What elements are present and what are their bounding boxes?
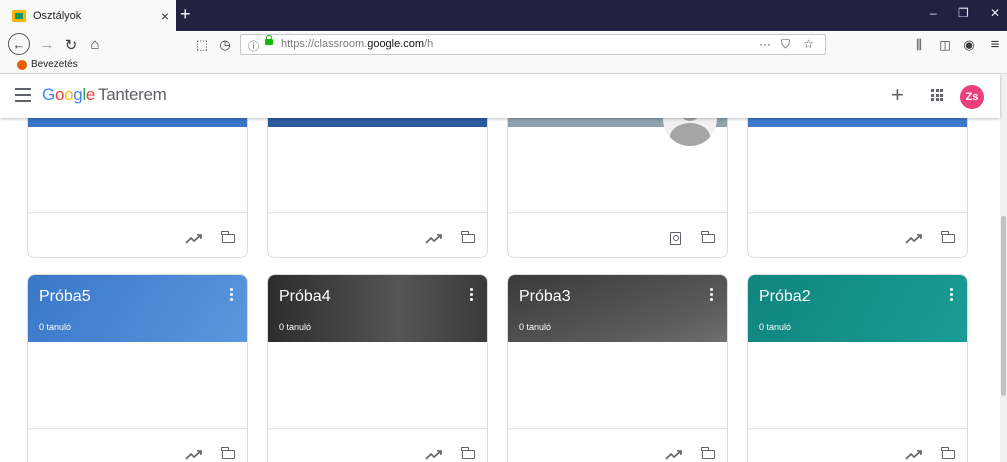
course-card-proba2[interactable]: Próba2 0 tanuló [747, 274, 968, 462]
card-footer [28, 212, 247, 257]
student-count: 0 tanuló [519, 322, 552, 332]
account-icon[interactable]: ◉ [960, 31, 978, 58]
url-text[interactable]: https://classroom.google.com/h [281, 38, 433, 50]
bookmark-star-icon[interactable]: ☆ [803, 37, 814, 51]
trend-icon[interactable] [425, 233, 443, 245]
trend-icon[interactable] [905, 449, 923, 461]
card-header-strip [28, 118, 247, 127]
card-footer [508, 212, 727, 257]
trend-icon[interactable] [185, 449, 203, 461]
bookmarks-toolbar: Bevezetés [0, 58, 1007, 74]
course-card-proba5[interactable]: Próba5 0 tanuló [27, 274, 248, 462]
firefox-icon [17, 60, 27, 70]
card-header[interactable]: Próba2 0 tanuló [748, 275, 967, 342]
scrollbar-thumb[interactable] [1001, 216, 1006, 396]
menu-icon[interactable]: ≡ [986, 31, 1004, 58]
reload-icon[interactable]: ↻ [62, 31, 80, 58]
folder-icon[interactable] [461, 231, 475, 243]
vertical-scrollbar[interactable] [1000, 74, 1007, 462]
info-icon[interactable]: ⓘ [248, 38, 259, 54]
add-class-button[interactable]: + [891, 82, 904, 108]
close-window-button[interactable]: ✕ [990, 6, 1000, 20]
forward-arrow-icon[interactable]: → [38, 31, 56, 58]
app-bar: Google Tanterem + Zs [0, 74, 1000, 118]
minimize-button[interactable]: – [930, 6, 937, 20]
card-footer [748, 428, 967, 462]
folder-icon[interactable] [941, 447, 955, 459]
card-header[interactable]: Próba3 0 tanuló [508, 275, 727, 342]
card-footer [28, 428, 247, 462]
card-header-strip [748, 118, 967, 127]
restore-button[interactable]: ❐ [958, 6, 969, 20]
folder-icon[interactable] [701, 447, 715, 459]
course-card[interactable] [747, 118, 968, 258]
address-bar[interactable]: ⓘ https://classroom.google.com/h ··· ⛉ ☆ [240, 34, 826, 55]
page-actions-icon[interactable]: ··· [759, 37, 771, 51]
hamburger-menu-icon[interactable] [15, 88, 31, 102]
course-card[interactable] [267, 118, 488, 258]
student-count: 0 tanuló [39, 322, 72, 332]
more-options-icon[interactable] [950, 288, 953, 303]
folder-icon[interactable] [221, 231, 235, 243]
course-title[interactable]: Próba4 [279, 288, 331, 306]
badge-icon[interactable] [670, 232, 681, 245]
card-header-strip [268, 118, 487, 127]
card-header[interactable]: Próba4 0 tanuló [268, 275, 487, 342]
back-arrow-icon[interactable]: ← [8, 33, 30, 55]
course-title[interactable]: Próba3 [519, 288, 571, 306]
trend-icon[interactable] [425, 449, 443, 461]
history-icon[interactable]: ◷ [216, 31, 234, 58]
browser-tab[interactable]: Osztályok × [0, 0, 176, 31]
course-title[interactable]: Próba5 [39, 288, 91, 306]
apps-grid-icon[interactable] [931, 89, 943, 101]
sidebar-icon[interactable]: ◫ [936, 31, 954, 58]
course-grid: Próba5 0 tanuló Próba4 0 tanuló Próba3 0… [0, 118, 1000, 462]
folder-icon[interactable] [221, 447, 235, 459]
app-logo[interactable]: Google Tanterem [42, 85, 167, 105]
classroom-favicon-icon [12, 9, 26, 22]
more-options-icon[interactable] [470, 288, 473, 303]
pocket-icon[interactable]: ⛉ [781, 37, 790, 52]
folder-icon[interactable] [701, 231, 715, 243]
folder-icon[interactable] [461, 447, 475, 459]
folder-icon[interactable] [941, 231, 955, 243]
new-tab-button[interactable]: + [180, 3, 191, 25]
more-options-icon[interactable] [710, 288, 713, 303]
product-name: Tanterem [98, 85, 167, 104]
bookmark-bevezetes[interactable]: Bevezetés [31, 59, 78, 70]
tab-title: Osztályok [33, 9, 82, 22]
user-avatar[interactable]: Zs [960, 85, 984, 109]
card-footer [508, 428, 727, 462]
course-card-proba3[interactable]: Próba3 0 tanuló [507, 274, 728, 462]
student-count: 0 tanuló [759, 322, 792, 332]
course-title[interactable]: Próba2 [759, 288, 811, 306]
browser-tab-bar: Osztályok × + – ❐ ✕ [0, 0, 1007, 31]
course-card[interactable] [27, 118, 248, 258]
lock-icon [265, 35, 273, 45]
save-to-pocket-icon[interactable]: ⬚ [193, 31, 211, 58]
more-options-icon[interactable] [230, 288, 233, 303]
card-footer [748, 212, 967, 257]
course-card-proba4[interactable]: Próba4 0 tanuló [267, 274, 488, 462]
library-icon[interactable]: ⫼ [910, 31, 928, 58]
card-footer [268, 212, 487, 257]
card-footer [268, 428, 487, 462]
course-card[interactable] [507, 118, 728, 258]
home-icon[interactable]: ⌂ [86, 31, 104, 58]
student-count: 0 tanuló [279, 322, 312, 332]
card-header[interactable]: Próba5 0 tanuló [28, 275, 247, 342]
trend-icon[interactable] [185, 233, 203, 245]
teacher-avatar [663, 118, 717, 146]
tab-close-button[interactable]: × [154, 8, 176, 24]
trend-icon[interactable] [665, 449, 683, 461]
trend-icon[interactable] [905, 233, 923, 245]
